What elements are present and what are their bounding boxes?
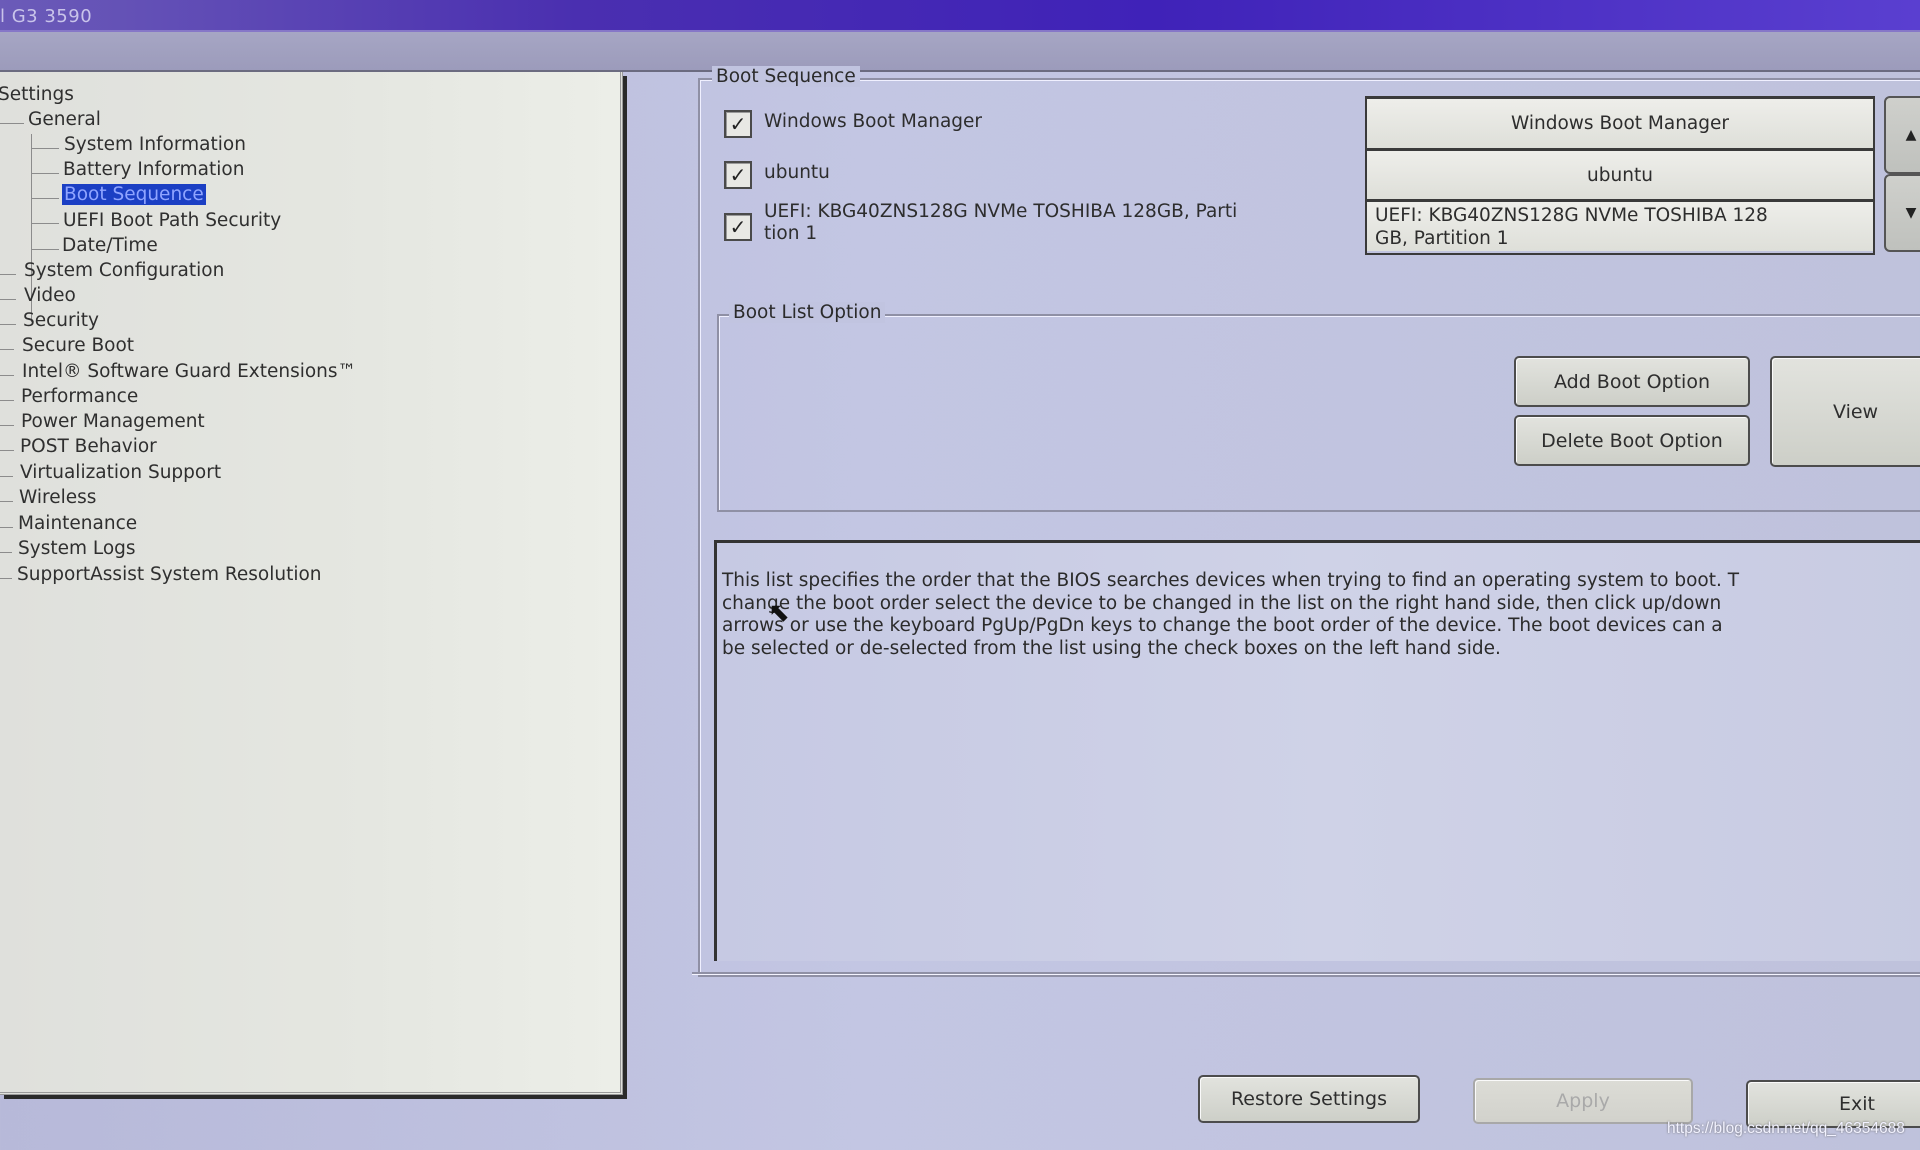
boot-order-item[interactable]: Windows Boot Manager [1367, 99, 1873, 151]
delete-boot-option-button[interactable]: Delete Boot Option [1514, 415, 1750, 466]
group-divider [692, 972, 1920, 974]
tree-connector [31, 223, 59, 224]
add-boot-option-button[interactable]: Add Boot Option [1514, 356, 1750, 407]
tree-item-post-behavior[interactable]: POST Behavior [20, 436, 157, 457]
move-up-button[interactable]: ▲ [1884, 96, 1920, 174]
tree-item-supportassist[interactable]: SupportAssist System Resolution [17, 564, 322, 585]
tree-item-date-time[interactable]: Date/Time [62, 235, 158, 256]
tree-item-boot-sequence-label: Boot Sequence [62, 184, 206, 205]
tree-connector [0, 501, 13, 502]
tree-item-power-management[interactable]: Power Management [21, 411, 205, 432]
tree-item-system-configuration[interactable]: System Configuration [24, 260, 224, 281]
tree-item-performance[interactable]: Performance [21, 386, 138, 407]
tree-connector [31, 173, 59, 174]
toolbar-band [0, 32, 1920, 72]
tree-connector [0, 450, 14, 451]
settings-tree-panel: Settings General System Information Batt… [0, 72, 623, 1095]
checkbox-row-uefi-toshiba[interactable]: ✓ UEFI: KBG40ZNS128G NVMe TOSHIBA 128GB,… [724, 201, 1237, 245]
move-down-button[interactable]: ▼ [1884, 174, 1920, 252]
restore-settings-button[interactable]: Restore Settings [1198, 1075, 1420, 1123]
arrow-up-icon: ▲ [1905, 127, 1917, 143]
window-title: l G3 3590 [0, 6, 93, 27]
tree-item-battery-information[interactable]: Battery Information [63, 159, 244, 180]
tree-connector [0, 299, 16, 300]
watermark-text: https://blog.csdn.net/qq_46354688 [1667, 1120, 1905, 1137]
tree-item-system-information[interactable]: System Information [64, 134, 246, 155]
description-text: This list specifies the order that the B… [722, 570, 1740, 659]
tree-item-virtualization-support[interactable]: Virtualization Support [20, 462, 221, 483]
tree-connector [0, 476, 13, 477]
tree-connector [31, 148, 59, 149]
checkbox-row-windows-boot-manager[interactable]: ✓ Windows Boot Manager [724, 110, 982, 138]
view-button[interactable]: View [1770, 356, 1920, 467]
mouse-cursor-icon: ⬉ [768, 598, 790, 628]
tree-connector [0, 274, 16, 275]
tree-connector [0, 324, 16, 325]
checkbox-label: ubuntu [764, 162, 830, 183]
tree-item-intel-sgx[interactable]: Intel® Software Guard Extensions™ [22, 361, 356, 382]
tree-item-uefi-boot-path-security[interactable]: UEFI Boot Path Security [63, 210, 281, 231]
checkbox-row-ubuntu[interactable]: ✓ ubuntu [724, 161, 830, 189]
tree-item-general[interactable]: General [28, 109, 101, 130]
checkbox-label: UEFI: KBG40ZNS128G NVMe TOSHIBA 128GB, P… [764, 201, 1238, 244]
tree-item-boot-sequence[interactable]: Boot Sequence [62, 184, 206, 205]
tree-connector [31, 249, 59, 250]
checkbox-uefi-toshiba[interactable]: ✓ [724, 213, 752, 241]
boot-order-list[interactable]: Windows Boot Manager ubuntu UEFI: KBG40Z… [1365, 96, 1875, 255]
boot-order-item[interactable]: ubuntu [1367, 151, 1873, 202]
tree-item-system-logs[interactable]: System Logs [18, 538, 136, 559]
tree-item-maintenance[interactable]: Maintenance [18, 513, 137, 534]
arrow-down-icon: ▼ [1905, 205, 1917, 221]
checkbox-windows-boot-manager[interactable]: ✓ [724, 110, 752, 138]
tree-connector [0, 425, 14, 426]
tree-item-security[interactable]: Security [23, 310, 99, 331]
tree-item-secure-boot[interactable]: Secure Boot [22, 335, 134, 356]
boot-order-item[interactable]: UEFI: KBG40ZNS128G NVMe TOSHIBA 128 GB, … [1367, 202, 1873, 251]
tree-connector [31, 198, 59, 199]
tree-connector [0, 527, 13, 528]
tree-item-video[interactable]: Video [24, 285, 76, 306]
title-bar [0, 0, 1920, 32]
tree-item-wireless[interactable]: Wireless [19, 487, 96, 508]
tree-connector [0, 349, 14, 350]
boot-list-option-group [717, 314, 1920, 512]
tree-connector [0, 400, 14, 401]
checkbox-label: Windows Boot Manager [764, 111, 983, 132]
checkbox-ubuntu[interactable]: ✓ [724, 161, 752, 189]
tree-connector [0, 123, 24, 124]
tree-connector [0, 578, 12, 579]
tree-root-settings[interactable]: Settings [0, 84, 74, 105]
apply-button[interactable]: Apply [1473, 1078, 1693, 1124]
boot-sequence-legend: Boot Sequence [712, 66, 860, 87]
tree-connector [0, 375, 14, 376]
tree-connector [0, 552, 12, 553]
boot-list-option-legend: Boot List Option [729, 302, 886, 323]
